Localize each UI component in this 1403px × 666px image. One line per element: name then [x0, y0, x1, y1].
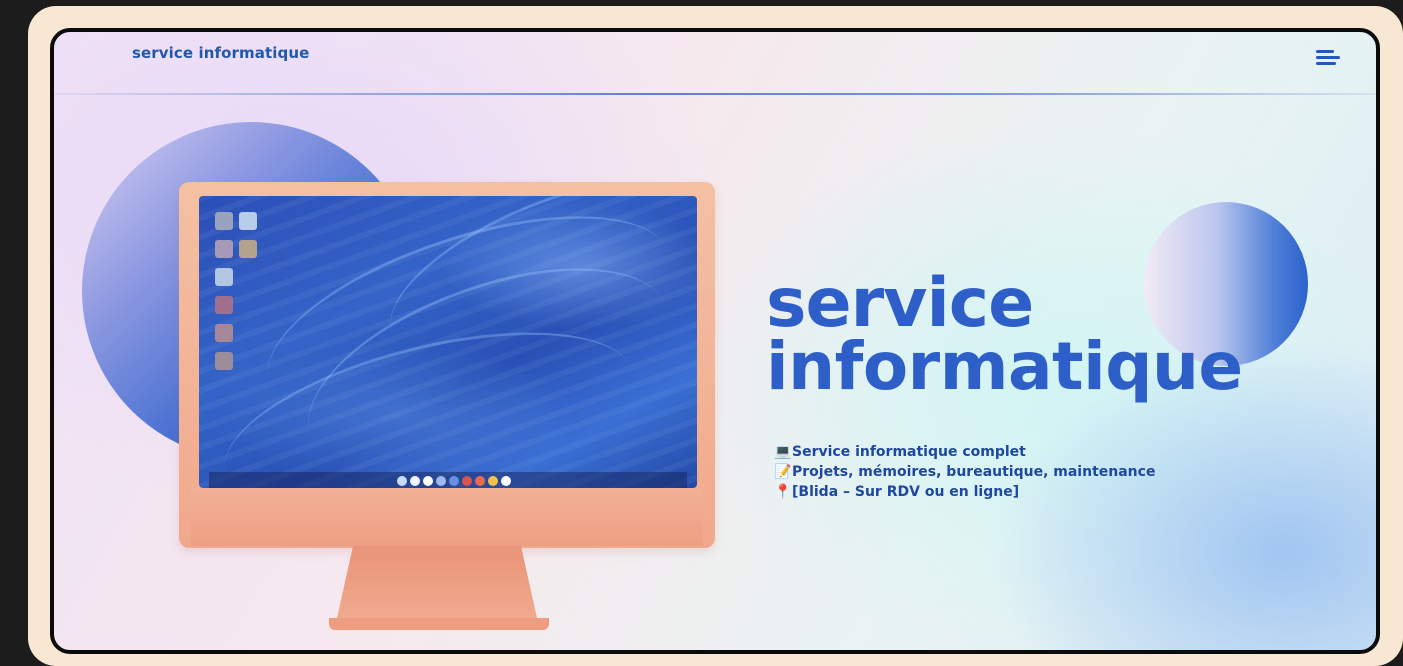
- dock-icon: [475, 476, 485, 486]
- dock-icon: [501, 476, 511, 486]
- dock-icon: [449, 476, 459, 486]
- dock-icon: [397, 476, 407, 486]
- menu-bar: [1316, 50, 1334, 53]
- dock-icon: [488, 476, 498, 486]
- pin-icon: 📍: [774, 484, 792, 500]
- desktop-app-icon: [215, 212, 233, 230]
- nav-divider: [54, 93, 1376, 95]
- memo-icon: 📝: [774, 464, 792, 480]
- menu-bar: [1316, 56, 1340, 59]
- feature-text: Service informatique complet: [792, 444, 1026, 460]
- dock-icon: [462, 476, 472, 486]
- feature-item: 📝Projets, mémoires, bureautique, mainten…: [774, 462, 1155, 482]
- dock-icon: [436, 476, 446, 486]
- desktop-app-icon: [215, 324, 233, 342]
- feature-text: Projets, mémoires, bureautique, maintena…: [792, 464, 1156, 480]
- monitor-stand: [337, 546, 537, 618]
- dock-icon: [423, 476, 433, 486]
- hero-banner: service informatique service informatiqu…: [50, 28, 1380, 654]
- desktop-app-icon: [239, 240, 257, 258]
- desktop-app-icon: [215, 240, 233, 258]
- desktop-app-icon: [215, 352, 233, 370]
- hero-title-line2: informatique: [766, 328, 1243, 405]
- desktop-app-icon: [215, 268, 233, 286]
- monitor-chin: [191, 488, 703, 546]
- feature-item: 💻Service informatique complet: [774, 442, 1155, 462]
- monitor-screen: [199, 196, 697, 488]
- feature-list: 💻Service informatique complet 📝Projets, …: [774, 442, 1155, 502]
- desktop-app-icon: [215, 296, 233, 314]
- desktop-dock: [209, 472, 687, 488]
- top-nav: service informatique: [54, 32, 1376, 95]
- hamburger-menu-icon[interactable]: [1316, 50, 1340, 66]
- desktop-app-icon: [239, 212, 257, 230]
- computer-monitor-illustration: [179, 182, 719, 637]
- monitor-base: [329, 618, 549, 630]
- menu-bar: [1316, 62, 1336, 65]
- feature-item: 📍[Blida – Sur RDV ou en ligne]: [774, 482, 1155, 502]
- feature-text: [Blida – Sur RDV ou en ligne]: [792, 484, 1020, 500]
- dock-icon: [410, 476, 420, 486]
- hero-title: service informatique: [766, 270, 1243, 400]
- laptop-icon: 💻: [774, 444, 792, 460]
- brand-link[interactable]: service informatique: [132, 44, 309, 62]
